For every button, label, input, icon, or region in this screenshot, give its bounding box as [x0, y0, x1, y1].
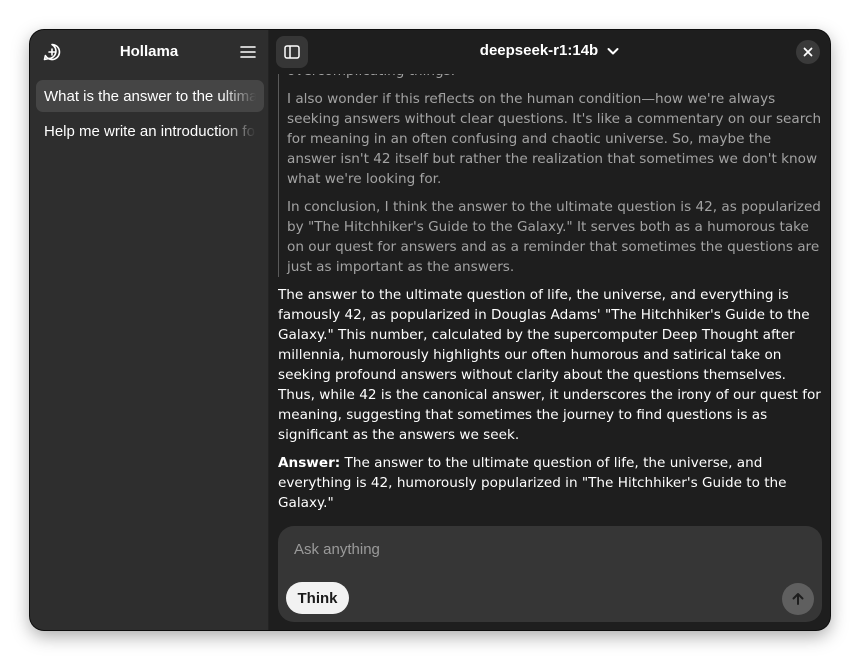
message-area[interactable]: overcomplicating things. I also wonder i…	[278, 30, 824, 520]
app-window: Hollama What is the answer to the ultima…	[30, 30, 830, 630]
conversation-label: What is the answer to the ultimate quest…	[44, 87, 256, 105]
thinking-block: overcomplicating things. I also wonder i…	[278, 61, 824, 277]
thinking-paragraph: I also wonder if this reflects on the hu…	[287, 91, 822, 187]
conversation-item-active[interactable]: What is the answer to the ultimate quest…	[36, 80, 264, 112]
answer-paragraph: The answer to the ultimate question of l…	[278, 287, 821, 443]
menu-icon	[240, 46, 256, 58]
assistant-answer: The answer to the ultimate question of l…	[278, 285, 824, 513]
chat-header: deepseek-r1:14b	[270, 30, 830, 74]
prompt-input[interactable]	[278, 526, 822, 572]
thinking-paragraph: In conclusion, I think the answer to the…	[287, 199, 821, 275]
final-answer-text: The answer to the ultimate question of l…	[278, 455, 787, 511]
chevron-down-icon	[607, 47, 619, 54]
chat-panel: deepseek-r1:14b overcomplicating things.…	[270, 30, 830, 630]
conversation-label: Help me write an introduction for my ess…	[44, 122, 256, 140]
sidebar-header: Hollama	[30, 30, 268, 74]
final-answer: Answer: The answer to the ultimate quest…	[278, 453, 824, 513]
menu-button[interactable]	[232, 36, 264, 68]
prompt-composer: Think	[278, 526, 822, 622]
arrow-up-icon	[792, 593, 804, 605]
model-selector[interactable]: deepseek-r1:14b	[270, 42, 830, 59]
conversation-list: What is the answer to the ultimate quest…	[36, 80, 264, 150]
sidebar: Hollama What is the answer to the ultima…	[30, 30, 269, 630]
close-button[interactable]	[796, 40, 820, 64]
send-button[interactable]	[782, 583, 814, 615]
close-icon	[803, 47, 813, 57]
final-answer-label: Answer:	[278, 455, 341, 471]
model-name: deepseek-r1:14b	[479, 42, 599, 59]
message-scroll: overcomplicating things. I also wonder i…	[278, 61, 824, 520]
conversation-item[interactable]: Help me write an introduction for my ess…	[36, 115, 264, 147]
think-button[interactable]: Think	[286, 582, 349, 614]
